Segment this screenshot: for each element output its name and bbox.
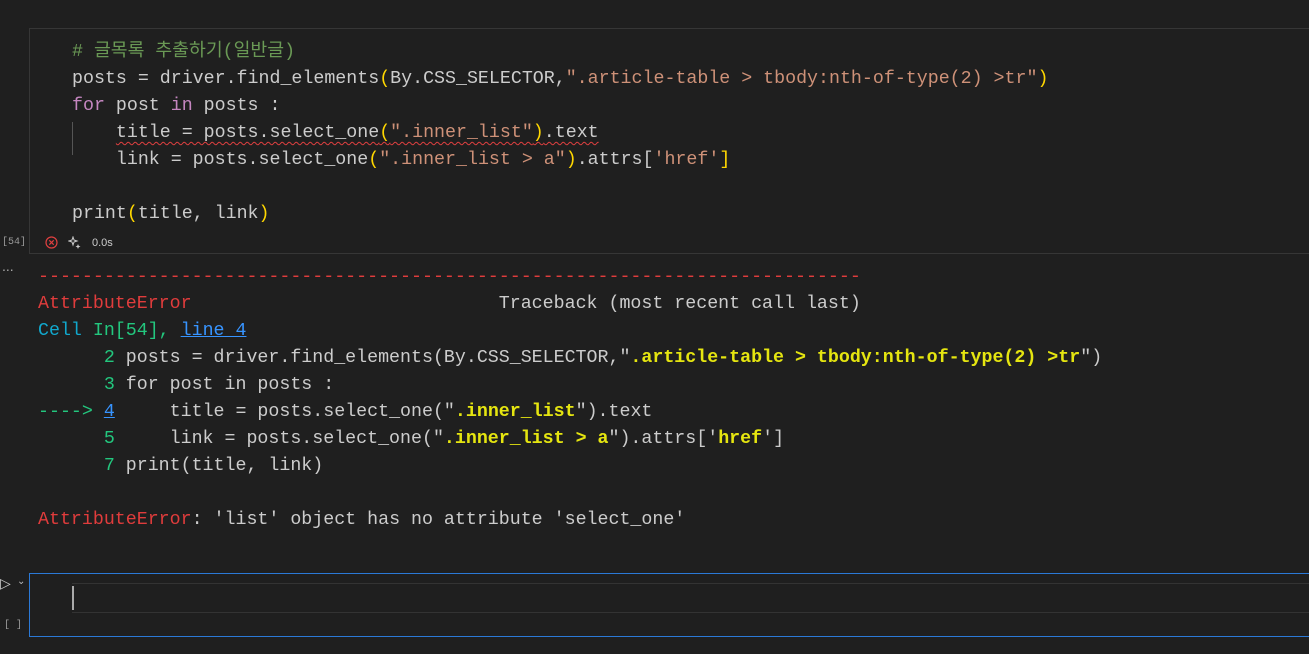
output-line: AttributeError Traceback (most recent ca… (38, 291, 1102, 318)
code-token: ").text (575, 402, 653, 422)
code-token: ) (1037, 69, 1049, 89)
code-token: # 글목록 추출하기(일반글) (72, 42, 296, 62)
code-token: By.CSS_SELECTOR, (390, 69, 566, 89)
code-token: title = posts.select_one (115, 123, 380, 143)
code-line: title = posts.select_one(".inner_list").… (72, 120, 1048, 147)
indent-guide (72, 122, 73, 155)
code-editor[interactable]: # 글목록 추출하기(일반글) posts = driver.find_eleme… (72, 39, 1048, 228)
code-token: ").attrs[' (608, 429, 719, 449)
code-token: AttributeError (38, 510, 192, 530)
code-token: .inner_list (454, 402, 576, 422)
output-line: AttributeError: 'list' object has no att… (38, 507, 1102, 534)
new-cell-execution-count: [ ] (4, 620, 23, 631)
code-token: ( (126, 204, 138, 224)
code-token: 5 (38, 429, 115, 449)
code-line: print(title, link) (72, 201, 1048, 228)
output-line: 2 posts = driver.find_elements(By.CSS_SE… (38, 345, 1102, 372)
code-token: Cell (38, 321, 82, 341)
code-token: ( (379, 123, 391, 143)
code-token[interactable]: line 4 (181, 321, 247, 341)
code-line: link = posts.select_one(".inner_list > a… (72, 147, 1048, 174)
code-token: title = posts.select_one(" (114, 402, 455, 422)
code-token: posts = driver.find_elements(By.CSS_SELE… (114, 348, 631, 368)
code-token: ( (379, 69, 391, 89)
code-token: 3 (38, 375, 115, 395)
output-line: ----> 4 title = posts.select_one(".inner… (38, 399, 1102, 426)
execution-duration: 0.0s (92, 236, 113, 249)
code-token: : 'list' object has no attribute 'select… (191, 510, 686, 530)
cell-output: ----------------------------------------… (38, 264, 1102, 534)
code-token: ".inner_list" (390, 123, 533, 143)
code-token: .attrs[ (576, 150, 654, 170)
execution-count: [54] (2, 237, 27, 248)
code-token: link = posts.select_one (72, 150, 369, 170)
code-token: ] (719, 150, 731, 170)
output-line: 3 for post in posts : (38, 372, 1102, 399)
new-cell-editor[interactable] (72, 583, 1309, 613)
code-token: post (104, 96, 171, 116)
output-line: ----------------------------------------… (38, 264, 1102, 291)
output-line: 7 print(title, link) (38, 453, 1102, 480)
code-token: ) (258, 204, 270, 224)
code-token: ----> (38, 402, 104, 422)
code-token: .text (543, 123, 599, 143)
code-token: ".article-table > tbody:nth-of-type(2) >… (565, 69, 1038, 89)
code-token: 2 (38, 348, 115, 368)
code-token: Traceback (most recent call last) (191, 294, 861, 314)
code-token: .inner_list > a (443, 429, 609, 449)
code-line: # 글목록 추출하기(일반글) (72, 39, 1048, 66)
code-token: print (72, 204, 127, 224)
code-token: title, link (137, 204, 259, 224)
cell-status: 0.0s (45, 236, 113, 249)
code-token[interactable]: 4 (104, 402, 115, 422)
code-token: 7 (38, 456, 115, 476)
code-token: ----------------------------------------… (38, 267, 861, 287)
code-token: link = posts.select_one(" (114, 429, 444, 449)
code-token: in (170, 96, 193, 116)
output-line: 5 link = posts.select_one(".inner_list >… (38, 426, 1102, 453)
code-token: for (72, 96, 105, 116)
code-token: ) (565, 150, 577, 170)
code-token: '] (762, 429, 785, 449)
code-token: ) (532, 123, 544, 143)
code-token: AttributeError (38, 294, 192, 314)
code-token: print(title, link) (114, 456, 324, 476)
code-token: 'href' (653, 150, 720, 170)
text-cursor (72, 586, 74, 610)
code-token: .article-table > tbody:nth-of-type(2) >t… (630, 348, 1081, 368)
output-line: Cell In[54], line 4 (38, 318, 1102, 345)
code-token: for post in posts : (114, 375, 335, 395)
output-more-icon[interactable]: ... (2, 258, 14, 274)
sparkle-icon (68, 236, 81, 249)
code-token: In[54], (81, 321, 181, 341)
code-token: posts = driver.find_elements (72, 69, 380, 89)
code-token: ( (368, 150, 380, 170)
code-token: ") (1080, 348, 1103, 368)
code-line: posts = driver.find_elements(By.CSS_SELE… (72, 66, 1048, 93)
error-circle-icon (45, 236, 58, 249)
code-token: href (718, 429, 763, 449)
code-token: posts : (192, 96, 281, 116)
code-token: ".inner_list > a" (379, 150, 566, 170)
code-line: for post in posts : (72, 93, 1048, 120)
chevron-down-icon[interactable]: ⌄ (17, 576, 25, 587)
run-cell-icon[interactable]: ▷ (0, 576, 11, 592)
